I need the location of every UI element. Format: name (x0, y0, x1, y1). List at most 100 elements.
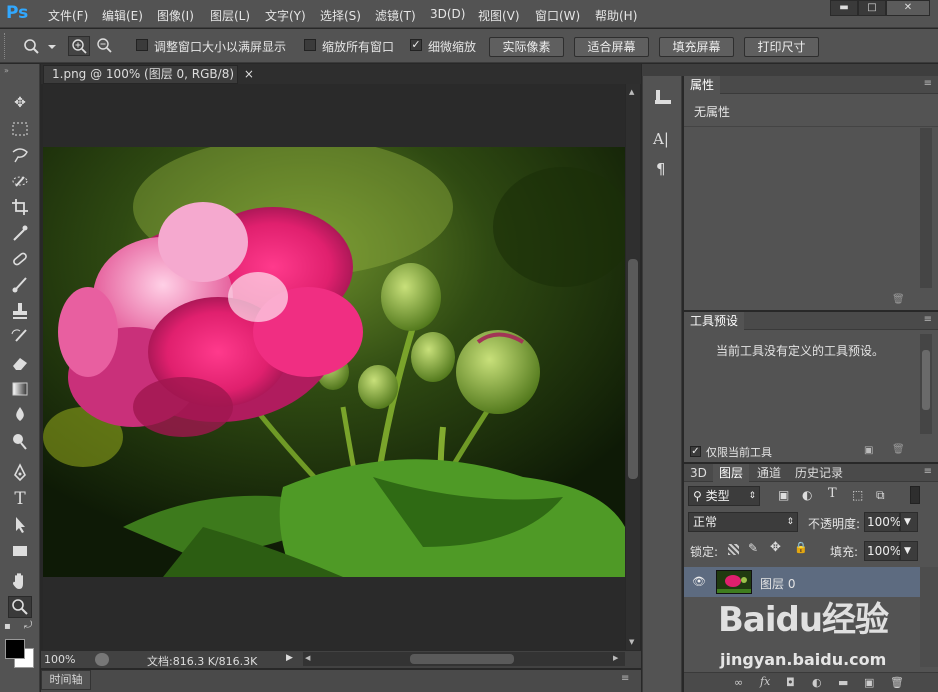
tool-presets-trash-icon[interactable]: 🗑 (892, 444, 905, 455)
status-menu-arrow-icon[interactable]: ▶ (286, 653, 293, 663)
horizontal-scrollbar[interactable]: ◀ ▶ (303, 652, 625, 666)
tool-presets-tab[interactable]: 工具预设 (684, 312, 745, 330)
fill-field[interactable]: 100% (864, 541, 901, 561)
zoom-tool-preset-icon[interactable] (22, 37, 58, 55)
move-tool-icon[interactable]: ✥ (8, 92, 32, 114)
menu-layer[interactable]: 图层(L) (210, 7, 250, 24)
collapse-tools-icon[interactable]: » (4, 66, 9, 75)
timeline-tab[interactable]: 时间轴 (41, 670, 91, 690)
foreground-color-swatch[interactable] (5, 639, 25, 659)
adjustment-layer-icon[interactable]: ◐ (812, 676, 822, 689)
opacity-field[interactable]: 100% (864, 512, 901, 532)
clone-stamp-tool-icon[interactable] (8, 300, 32, 322)
scroll-right-icon[interactable]: ▶ (613, 654, 618, 662)
blend-mode-select[interactable]: 正常 ⇕ (688, 512, 798, 532)
zoom-in-icon[interactable] (68, 36, 90, 56)
scroll-down-icon[interactable]: ▼ (629, 638, 634, 646)
fill-dropdown-icon[interactable]: ▼ (900, 541, 918, 561)
current-tool-only-checkbox[interactable]: ✓ (690, 446, 701, 457)
lock-position-icon[interactable]: ✥ (770, 540, 781, 555)
marquee-tool-icon[interactable] (8, 118, 32, 140)
crop-tool-icon[interactable] (8, 196, 32, 218)
opacity-dropdown-icon[interactable]: ▼ (900, 512, 918, 532)
layer-filter-select[interactable]: ⚲ 类型 ⇕ (688, 486, 760, 506)
scrubby-zoom-checkbox[interactable]: ✓ (410, 39, 422, 51)
lock-pixels-icon[interactable]: ✎ (748, 541, 758, 555)
tab-channels[interactable]: 通道 (751, 464, 787, 482)
zoom-out-icon[interactable] (94, 36, 116, 56)
minimize-button[interactable]: ▬ (830, 0, 858, 16)
new-preset-icon[interactable]: ▣ (864, 445, 873, 456)
vertical-scroll-thumb[interactable] (628, 259, 638, 479)
scroll-up-icon[interactable]: ▲ (629, 88, 634, 96)
history-brush-tool-icon[interactable] (8, 326, 32, 348)
filter-shape-icon[interactable]: ⬚ (852, 488, 863, 502)
quick-select-tool-icon[interactable] (8, 170, 32, 192)
properties-trash-icon[interactable]: 🗑 (892, 294, 905, 305)
menu-type[interactable]: 文字(Y) (265, 7, 306, 24)
scroll-left-icon[interactable]: ◀ (305, 654, 310, 662)
menu-help[interactable]: 帮助(H) (595, 7, 637, 24)
options-grip[interactable] (4, 33, 8, 59)
swap-colors-icon[interactable]: ⤾ (24, 620, 32, 631)
filter-type-icon[interactable]: T (828, 486, 837, 501)
healing-brush-tool-icon[interactable] (8, 248, 32, 270)
document-tab-close-icon[interactable]: × (244, 67, 254, 81)
type-tool-icon[interactable]: T (8, 488, 32, 510)
layer-row[interactable]: 👁 图层 0 (684, 567, 920, 597)
link-layers-icon[interactable]: ∞ (734, 676, 743, 689)
status-info-icon[interactable] (95, 653, 109, 666)
lock-transparent-icon[interactable] (728, 544, 739, 555)
paragraph-panel-icon[interactable]: ¶ (656, 160, 666, 178)
lock-all-icon[interactable]: 🔒 (794, 541, 808, 554)
history-panel-icon[interactable] (653, 88, 673, 106)
filter-smart-object-icon[interactable]: ⧉ (876, 488, 885, 503)
fill-screen-button[interactable]: 填充屏幕 (659, 37, 734, 57)
default-colors-icon[interactable]: ▪ (4, 621, 11, 632)
menu-select[interactable]: 选择(S) (320, 7, 361, 24)
tab-history[interactable]: 历史记录 (789, 464, 849, 482)
vertical-scrollbar[interactable]: ▲ ▼ (626, 84, 640, 650)
fit-screen-button[interactable]: 适合屏幕 (574, 37, 649, 57)
hand-tool-icon[interactable] (8, 570, 32, 592)
actual-pixels-button[interactable]: 实际像素 (489, 37, 564, 57)
character-panel-icon[interactable]: A| (653, 130, 669, 148)
properties-scrollbar[interactable] (920, 128, 932, 288)
tab-3d[interactable]: 3D (684, 464, 713, 482)
pen-tool-icon[interactable] (8, 462, 32, 484)
menu-3d[interactable]: 3D(D) (430, 7, 465, 21)
canvas-image[interactable] (43, 147, 625, 577)
tool-presets-scrollbar[interactable] (920, 334, 932, 434)
zoom-tool-icon[interactable] (8, 596, 32, 618)
filter-adjustment-icon[interactable]: ◐ (802, 488, 812, 502)
zoom-all-checkbox[interactable] (304, 39, 316, 51)
menu-image[interactable]: 图像(I) (157, 7, 194, 24)
gradient-tool-icon[interactable] (8, 378, 32, 400)
brush-tool-icon[interactable] (8, 274, 32, 296)
rectangle-tool-icon[interactable] (8, 540, 32, 562)
eye-icon[interactable]: 👁 (692, 575, 706, 588)
menu-edit[interactable]: 编辑(E) (102, 7, 143, 24)
layer-style-icon[interactable]: fx (760, 675, 770, 688)
new-layer-icon[interactable]: ▣ (864, 676, 874, 689)
layer-mask-icon[interactable]: ◘ (786, 676, 795, 689)
eyedropper-tool-icon[interactable] (8, 222, 32, 244)
tool-presets-menu-icon[interactable]: ≡ (924, 314, 932, 325)
tab-layers[interactable]: 图层 (713, 464, 750, 482)
print-size-button[interactable]: 打印尺寸 (744, 37, 819, 57)
dodge-tool-icon[interactable] (8, 430, 32, 452)
maximize-button[interactable]: □ (858, 0, 886, 16)
document-tab[interactable]: 1.png @ 100% (图层 0, RGB/8) × (43, 65, 254, 84)
properties-tab[interactable]: 属性 (684, 76, 721, 94)
close-button[interactable]: ✕ (886, 0, 930, 16)
layers-menu-icon[interactable]: ≡ (924, 466, 932, 477)
horizontal-scroll-thumb[interactable] (410, 654, 514, 664)
resize-windows-checkbox[interactable] (136, 39, 148, 51)
path-selection-tool-icon[interactable] (8, 514, 32, 536)
menu-window[interactable]: 窗口(W) (535, 7, 580, 24)
properties-menu-icon[interactable]: ≡ (924, 78, 932, 89)
eraser-tool-icon[interactable] (8, 352, 32, 374)
filter-pixel-icon[interactable]: ▣ (778, 488, 789, 502)
menu-filter[interactable]: 滤镜(T) (375, 7, 416, 24)
filter-toggle-switch[interactable] (910, 486, 920, 504)
